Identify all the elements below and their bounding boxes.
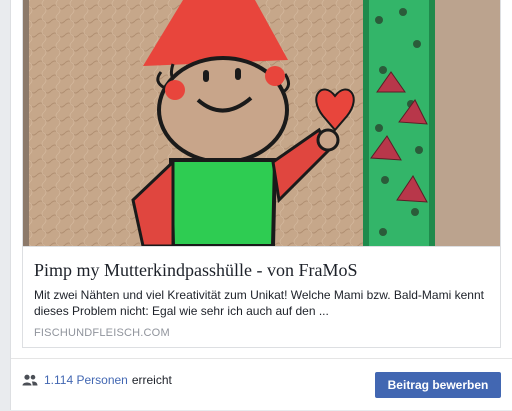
reach-count-link[interactable]: 1.114 Personen [44, 373, 128, 387]
link-title[interactable]: Pimp my Mutterkindpasshülle - von FraMoS [34, 260, 489, 281]
boost-post-button[interactable]: Beitrag bewerben [375, 372, 501, 398]
reach-suffix: erreicht [131, 373, 172, 387]
post-footer: 1.114 Personen erreicht Beitrag bewerben [11, 358, 512, 411]
link-domain: FISCHUNDFLEISCH.COM [34, 327, 170, 339]
preview-illustration [23, 0, 500, 246]
post-card: Pimp my Mutterkindpasshülle - von FraMoS… [10, 0, 512, 410]
link-preview-image[interactable] [23, 0, 500, 246]
people-icon [22, 374, 38, 386]
reach-info: 1.114 Personen erreicht [22, 373, 172, 387]
link-description: Mit zwei Nähten und viel Kreativität zum… [34, 288, 484, 318]
link-preview-card[interactable]: Pimp my Mutterkindpasshülle - von FraMoS… [22, 0, 501, 348]
link-preview-meta[interactable]: Pimp my Mutterkindpasshülle - von FraMoS… [23, 246, 500, 347]
